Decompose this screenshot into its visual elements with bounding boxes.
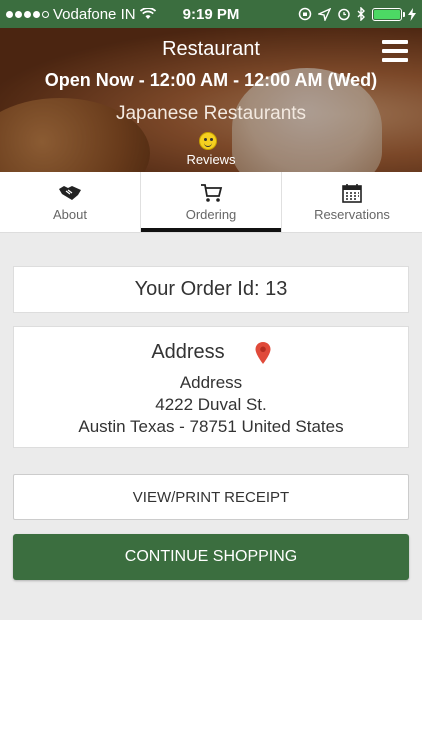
handshake-icon bbox=[59, 185, 81, 200]
restaurant-name: Restaurant bbox=[162, 38, 260, 60]
map-pin-icon[interactable] bbox=[255, 341, 271, 364]
battery-icon bbox=[372, 7, 405, 21]
wifi-icon bbox=[139, 8, 156, 19]
order-id-text: Your Order Id: 13 bbox=[134, 278, 288, 300]
view-print-receipt-button[interactable]: VIEW/PRINT RECEIPT bbox=[13, 474, 409, 520]
section-tabs: About Ordering Reservations bbox=[0, 172, 422, 233]
reviews-link[interactable]: Reviews bbox=[0, 152, 422, 167]
location-arrow-icon bbox=[318, 7, 331, 21]
tab-reservations-label: Reservations bbox=[314, 206, 390, 222]
address-card: Address Address 4222 Duval St. Austin Te… bbox=[13, 326, 409, 448]
alarm-icon bbox=[338, 8, 350, 21]
order-confirmation-panel: Your Order Id: 13 Address Address 4222 D… bbox=[0, 233, 422, 620]
signal-strength-icon bbox=[6, 10, 49, 18]
restaurant-category: Japanese Restaurants bbox=[115, 103, 307, 124]
tab-about[interactable]: About bbox=[0, 172, 141, 232]
order-id-card: Your Order Id: 13 bbox=[13, 266, 409, 313]
smiley-rating-icon[interactable] bbox=[199, 132, 217, 150]
status-bar: Vodafone IN 9:19 PM bbox=[0, 0, 422, 28]
opening-hours: Open Now - 12:00 AM - 12:00 AM (Wed) bbox=[44, 70, 378, 90]
bluetooth-icon bbox=[357, 7, 365, 21]
tab-reservations[interactable]: Reservations bbox=[282, 172, 422, 232]
calendar-icon bbox=[342, 183, 362, 203]
continue-shopping-button[interactable]: CONTINUE SHOPPING bbox=[13, 534, 409, 580]
charging-bolt-icon bbox=[408, 7, 416, 21]
tab-about-label: About bbox=[53, 206, 87, 222]
address-line-3: Austin Texas - 78751 United States bbox=[78, 417, 344, 436]
address-line-1: Address bbox=[179, 373, 243, 392]
tab-ordering[interactable]: Ordering bbox=[141, 172, 282, 232]
carrier-name: Vodafone IN bbox=[53, 5, 136, 23]
cart-icon bbox=[201, 183, 223, 202]
tab-ordering-label: Ordering bbox=[185, 206, 237, 222]
address-line-2: 4222 Duval St. bbox=[155, 395, 267, 414]
restaurant-header-banner: Restaurant Open Now - 12:00 AM - 12:00 A… bbox=[0, 28, 422, 172]
hamburger-menu-icon[interactable] bbox=[382, 40, 408, 62]
address-heading: Address bbox=[151, 341, 225, 363]
orientation-lock-icon bbox=[298, 7, 312, 21]
